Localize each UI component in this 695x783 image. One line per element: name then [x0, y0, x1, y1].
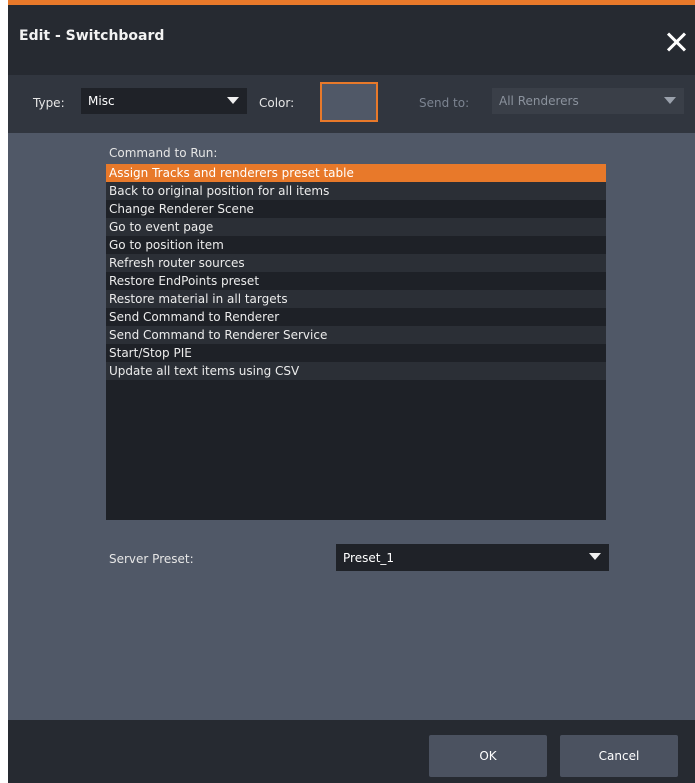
list-item[interactable]: Update all text items using CSV [106, 362, 606, 380]
list-item[interactable]: Go to position item [106, 236, 606, 254]
command-list[interactable]: Assign Tracks and renderers preset table… [106, 164, 606, 520]
cancel-button[interactable]: Cancel [560, 735, 678, 777]
type-select[interactable]: Misc [81, 88, 247, 114]
type-value: Misc [88, 94, 115, 108]
list-item[interactable]: Go to event page [106, 218, 606, 236]
close-icon[interactable] [665, 31, 687, 53]
list-item[interactable]: Change Renderer Scene [106, 200, 606, 218]
server-preset-select[interactable]: Preset_1 [336, 544, 609, 571]
server-preset-label: Server Preset: [109, 552, 194, 566]
chevron-down-icon [227, 97, 239, 104]
color-label: Color: [259, 96, 295, 110]
list-item[interactable]: Start/Stop PIE [106, 344, 606, 362]
ok-button[interactable]: OK [429, 735, 547, 777]
list-item[interactable]: Refresh router sources [106, 254, 606, 272]
send-to-value: All Renderers [499, 94, 579, 108]
send-to-label: Send to: [419, 96, 470, 110]
dialog-title: Edit - Switchboard [19, 28, 165, 44]
color-swatch[interactable] [320, 82, 378, 122]
footer-bar: OK Cancel [8, 720, 695, 783]
list-item[interactable]: Back to original position for all items [106, 182, 606, 200]
command-label: Command to Run: [109, 146, 218, 160]
send-to-select[interactable]: All Renderers [492, 88, 684, 114]
switchboard-dialog: Edit - Switchboard Type: Misc Color: Sen… [8, 0, 695, 783]
chevron-down-icon [664, 97, 676, 104]
title-bar: Edit - Switchboard [8, 5, 695, 75]
list-item[interactable]: Restore material in all targets [106, 290, 606, 308]
options-bar: Type: Misc Color: Send to: All Renderers [8, 75, 695, 133]
chevron-down-icon [589, 553, 601, 560]
list-item[interactable]: Send Command to Renderer [106, 308, 606, 326]
list-item[interactable]: Assign Tracks and renderers preset table [106, 164, 606, 182]
list-item[interactable]: Restore EndPoints preset [106, 272, 606, 290]
type-label: Type: [33, 96, 65, 110]
server-preset-value: Preset_1 [343, 551, 395, 565]
list-item[interactable]: Send Command to Renderer Service [106, 326, 606, 344]
